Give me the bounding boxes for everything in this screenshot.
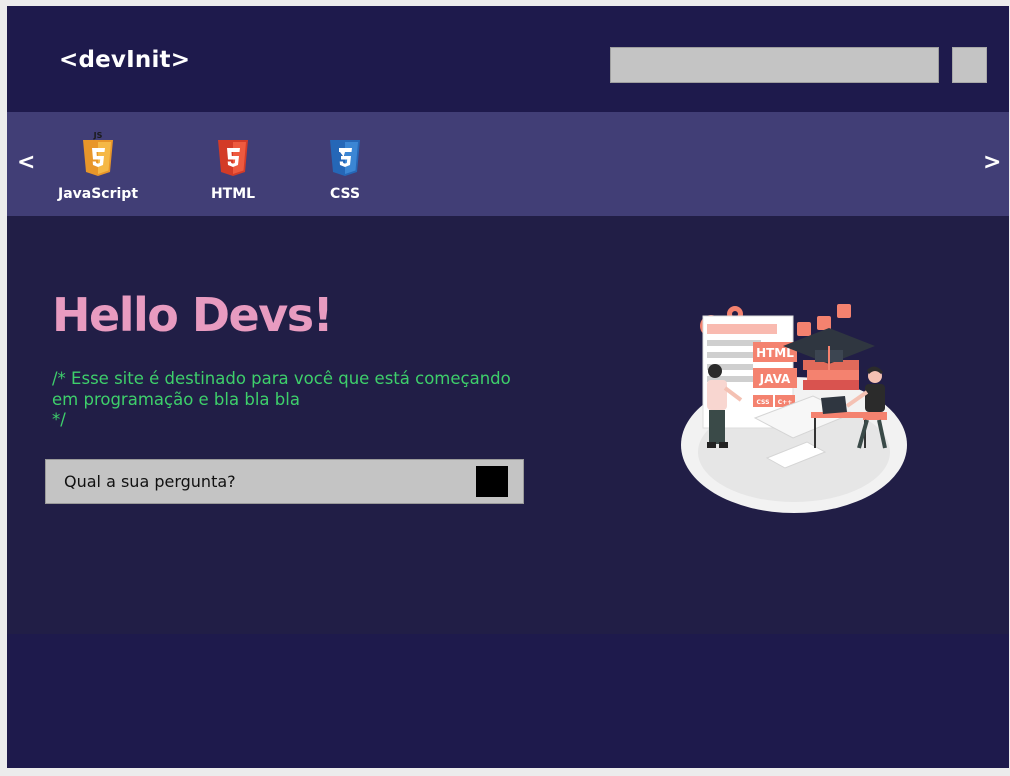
- question-box: [45, 459, 524, 504]
- footer: [7, 634, 1009, 768]
- illustration-label: JAVA: [759, 372, 791, 386]
- laptop-icon: [821, 396, 847, 414]
- hero-comment-line: */: [52, 410, 66, 429]
- tech-item-html[interactable]: HTML: [173, 130, 293, 202]
- html5-shield-icon: [218, 140, 248, 176]
- illustration-label: CSS: [757, 399, 770, 406]
- question-input[interactable]: [46, 460, 466, 503]
- carousel-next-arrow[interactable]: >: [983, 152, 1001, 174]
- tech-item-css[interactable]: CSS: [285, 130, 405, 202]
- page-frame: <devInit> < JS JavaScript HTML CSS > Hel…: [7, 6, 1009, 768]
- search-button[interactable]: [952, 47, 987, 83]
- css3-shield-icon: [330, 140, 360, 176]
- tech-carousel: < JS JavaScript HTML CSS >: [7, 112, 1009, 216]
- javascript-shield-icon: JS: [83, 131, 113, 176]
- developers-illustration: HTML JAVA CSS C++: [681, 304, 907, 513]
- hero-title: Hello Devs!: [52, 288, 334, 342]
- logo[interactable]: <devInit>: [59, 47, 190, 73]
- tech-label-css: CSS: [329, 186, 361, 202]
- tech-item-javascript[interactable]: JS JavaScript: [38, 130, 158, 202]
- header: <devInit>: [7, 6, 1009, 112]
- search-input[interactable]: [610, 47, 939, 83]
- hero-comment: /* Esse site é destinado para você que e…: [52, 369, 572, 431]
- question-submit-button[interactable]: [476, 466, 508, 497]
- hero-comment-line: em programação e bla bla bla: [52, 389, 300, 409]
- hero-section: Hello Devs! /* Esse site é destinado par…: [7, 216, 1009, 634]
- svg-text:JS: JS: [93, 131, 103, 140]
- tech-label-html: HTML: [210, 186, 256, 202]
- carousel-prev-arrow[interactable]: <: [17, 152, 35, 174]
- hero-comment-line: /* Esse site é destinado para você que e…: [52, 369, 511, 388]
- tech-label-javascript: JavaScript: [57, 186, 139, 202]
